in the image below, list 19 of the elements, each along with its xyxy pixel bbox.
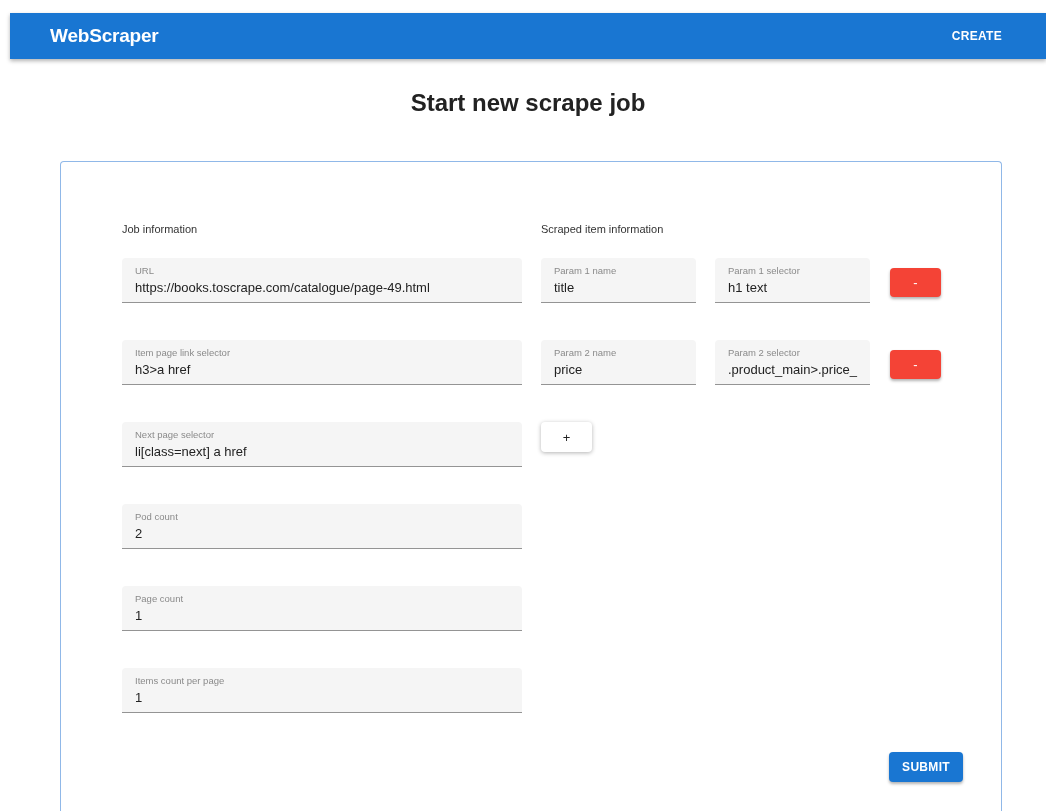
input-field[interactable]: URL https://books.toscrape.com/catalogue/page-49.html	[122, 258, 522, 303]
page-heading: Start new scrape job	[409, 88, 647, 118]
remove-button[interactable]: -	[890, 268, 941, 297]
input-field[interactable]: Param 1 name title	[541, 258, 696, 303]
input-field[interactable]: Next page selector li[class=next] a href	[122, 422, 522, 467]
add-button[interactable]: +	[541, 422, 592, 452]
input-field[interactable]: Pod count 2	[122, 504, 522, 549]
input-field[interactable]: Items count per page 1	[122, 668, 522, 713]
section-title: Job information	[122, 222, 199, 236]
input-field[interactable]: Item page link selector h3>a href	[122, 340, 522, 385]
submit-button[interactable]: SUBMIT	[889, 752, 963, 782]
section-title: Scraped item information	[541, 222, 665, 236]
remove-button[interactable]: -	[890, 350, 941, 379]
input-field[interactable]: Param 1 selector h1 text	[715, 258, 870, 303]
input-field[interactable]: Page count 1	[122, 586, 522, 631]
app-title: WebScraper	[50, 25, 159, 47]
create-button[interactable]: CREATE	[943, 23, 1010, 49]
input-field[interactable]: Param 2 name price	[541, 340, 696, 385]
input-field[interactable]: Param 2 selector .product_main>.price_	[715, 340, 870, 385]
